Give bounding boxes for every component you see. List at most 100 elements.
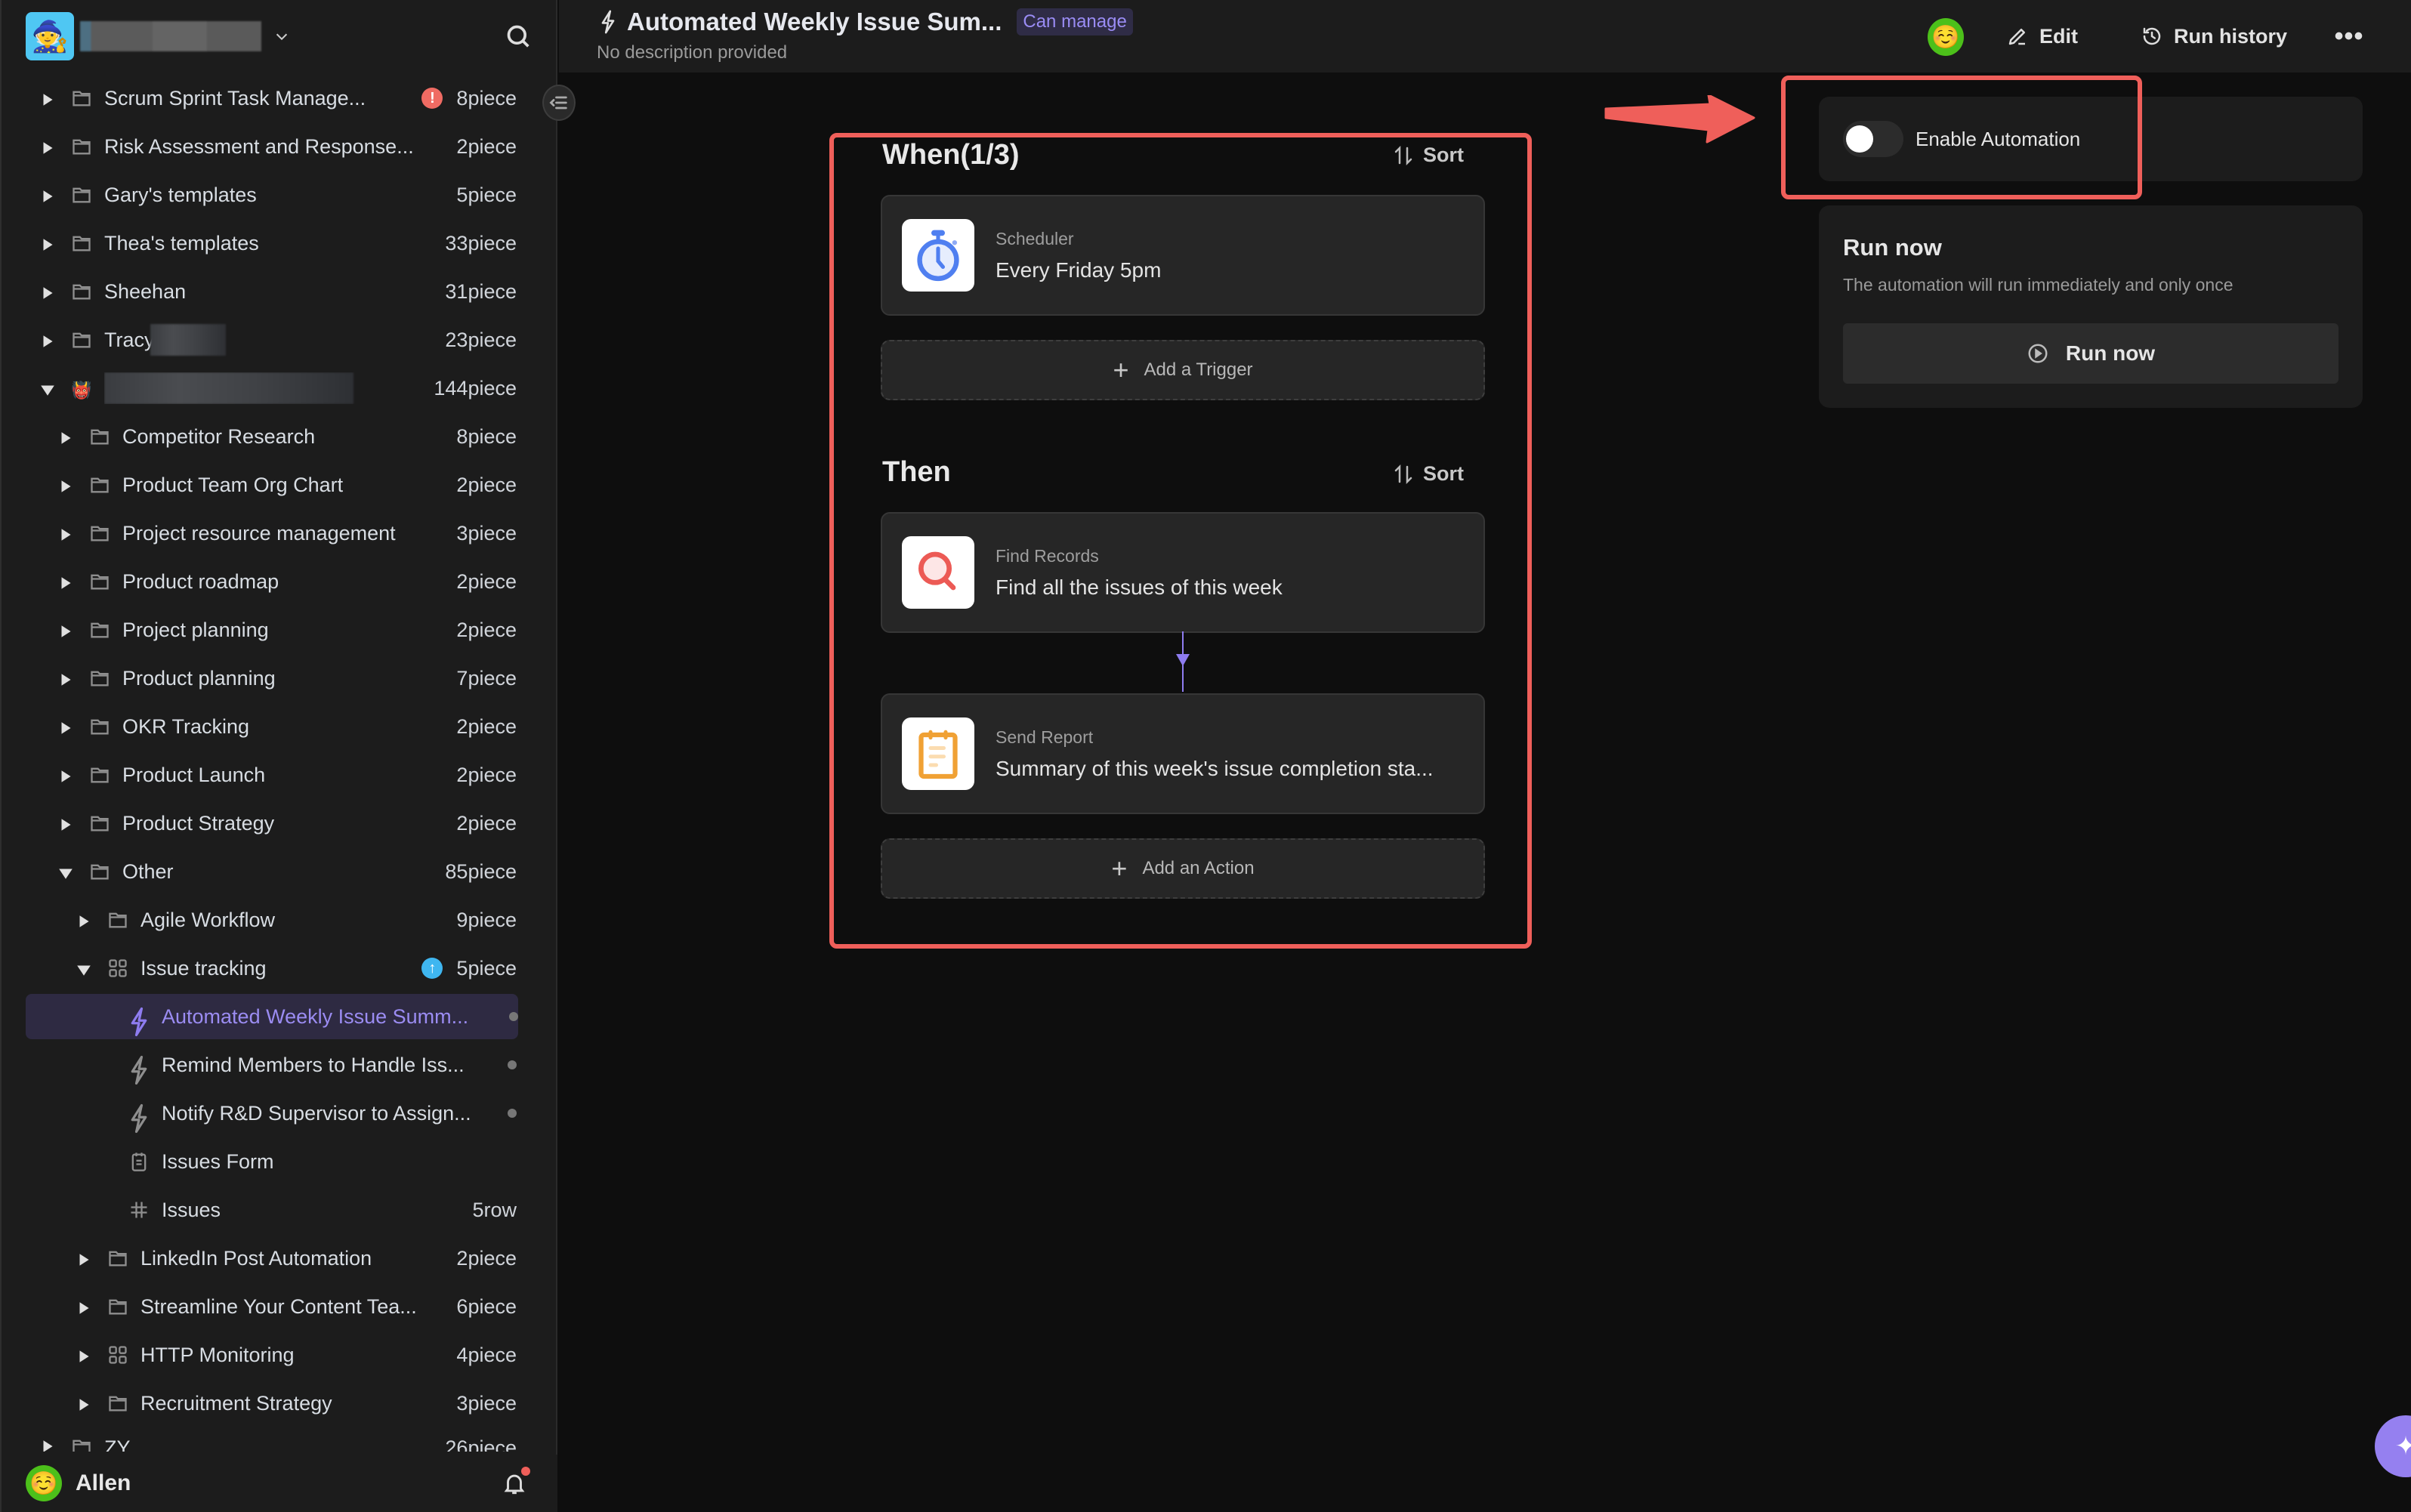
sidebar-tree-item[interactable]: OKR Tracking 2piece [26, 704, 517, 749]
add-trigger-button[interactable]: + Add a Trigger [881, 340, 1485, 400]
add-action-button[interactable]: + Add an Action [881, 838, 1485, 899]
tree-item-label: Project resource management [122, 521, 396, 545]
caret-right-icon[interactable] [76, 1347, 92, 1363]
caret-right-icon[interactable] [39, 138, 56, 155]
sidebar-tree-item[interactable]: Issues 5row [26, 1187, 517, 1233]
folder-icon [89, 813, 110, 834]
sidebar-tree-item[interactable]: Automated Weekly Issue Summ... [26, 994, 518, 1039]
tree-item-count: 6piece [456, 1294, 517, 1318]
search-icon[interactable] [503, 21, 533, 51]
sidebar-tree-item[interactable]: Notify R&D Supervisor to Assign... [26, 1091, 517, 1136]
enable-automation-toggle[interactable] [1843, 121, 1903, 157]
collaborator-avatar[interactable]: ☺️ [1928, 18, 1964, 56]
caret-right-icon[interactable] [39, 283, 56, 300]
caret-right-icon[interactable] [57, 573, 74, 590]
sidebar-tree-item[interactable]: Agile Workflow 9piece [26, 897, 517, 943]
run-now-button[interactable]: Run now [1843, 323, 2338, 384]
caret-down-icon[interactable] [57, 863, 74, 880]
caret-right-icon[interactable] [76, 1395, 92, 1412]
plus-icon: + [1111, 853, 1128, 884]
caret-right-icon[interactable] [57, 767, 74, 783]
tree-item-label: Scrum Sprint Task Manage... [104, 86, 366, 110]
then-sort-button[interactable]: Sort [1393, 462, 1464, 486]
when-sort-button[interactable]: Sort [1393, 143, 1464, 167]
sidebar-tree-item[interactable]: LinkedIn Post Automation 2piece [26, 1236, 517, 1281]
tree-item-count: 2piece [456, 1246, 517, 1270]
workspace-header[interactable]: 🧙 [26, 12, 539, 60]
sidebar-tree-item[interactable]: Product Team Org Chart 2piece [26, 462, 517, 508]
more-options-button[interactable]: ••• [2334, 20, 2364, 53]
page-description[interactable]: No description provided [597, 42, 787, 63]
sidebar-tree-item[interactable]: Streamline Your Content Tea... 6piece [26, 1284, 517, 1329]
sidebar-tree-item[interactable]: Thea's templates 33piece [26, 221, 517, 266]
caret-down-icon[interactable] [39, 380, 56, 397]
caret-right-icon[interactable] [57, 622, 74, 638]
folder-icon [89, 474, 110, 495]
sidebar-tree-item[interactable]: 👹 144piece [26, 366, 517, 411]
tree-item-label: Thea's templates [104, 231, 259, 255]
sort-icon [1394, 145, 1412, 165]
tree-item-label: OKR Tracking [122, 714, 250, 738]
sidebar-tree-item[interactable]: Competitor Research 8piece [26, 414, 517, 459]
caret-right-icon[interactable] [76, 1250, 92, 1267]
sidebar-tree-item[interactable]: Remind Members to Handle Iss... [26, 1042, 517, 1088]
action-card-find-records[interactable]: Find Records Find all the issues of this… [881, 512, 1485, 633]
sort-icon [1394, 464, 1412, 484]
caret-down-icon[interactable] [76, 960, 92, 977]
tree-item-label: Sheehan [104, 279, 187, 303]
sidebar-tree-item[interactable]: Risk Assessment and Response... 2piece [26, 124, 517, 169]
tree-item-label: Competitor Research [122, 424, 316, 448]
action-card-send-report[interactable]: Send Report Summary of this week's issue… [881, 693, 1485, 814]
edit-button[interactable]: Edit [2006, 20, 2078, 53]
chevron-down-icon[interactable] [273, 28, 290, 45]
when-section-title: When(1/3) [882, 139, 1020, 171]
caret-right-icon[interactable] [76, 1298, 92, 1315]
edit-label: Edit [2039, 24, 2078, 48]
tree-item-label: Issue tracking [140, 956, 267, 980]
sidebar-tree-item[interactable]: ZY 26piece [26, 1429, 517, 1452]
notification-bell[interactable] [502, 1467, 530, 1497]
sidebar-tree-item[interactable]: Issue tracking ↑ 5piece [26, 946, 517, 991]
sidebar-tree-item[interactable]: Product Launch 2piece [26, 752, 517, 798]
collapse-sidebar-button[interactable] [542, 85, 576, 121]
sidebar-tree-item[interactable]: Sheehan 31piece [26, 269, 517, 314]
workspace-logo[interactable]: 🧙 [26, 12, 74, 60]
page-title[interactable]: Automated Weekly Issue Sum... [627, 8, 1002, 36]
sidebar-tree-item[interactable]: Other 85piece [26, 849, 517, 894]
caret-right-icon[interactable] [57, 815, 74, 832]
folder-icon [71, 88, 92, 109]
caret-right-icon[interactable] [39, 1436, 56, 1452]
sidebar-tree-item[interactable]: Tracy 23piece [26, 317, 517, 363]
ai-assistant-button[interactable]: ✦ [2375, 1415, 2411, 1477]
status-dot [509, 1012, 518, 1021]
caret-right-icon[interactable] [57, 477, 74, 493]
caret-right-icon[interactable] [39, 332, 56, 348]
trigger-card[interactable]: Scheduler Every Friday 5pm [881, 195, 1485, 316]
sidebar-tree-item[interactable]: Product roadmap 2piece [26, 559, 517, 604]
caret-right-icon[interactable] [76, 912, 92, 928]
tree-item-label: Product roadmap [122, 569, 279, 593]
caret-right-icon[interactable] [39, 235, 56, 251]
folder-icon [89, 523, 110, 544]
sidebar-tree-item[interactable]: Gary's templates 5piece [26, 172, 517, 218]
caret-right-icon[interactable] [57, 525, 74, 542]
caret-right-icon[interactable] [57, 428, 74, 445]
user-avatar[interactable]: ☺️ [26, 1465, 62, 1501]
sidebar-tree-item[interactable]: Scrum Sprint Task Manage...! 8piece [26, 76, 517, 121]
sidebar-tree-item[interactable]: Product planning 7piece [26, 656, 517, 701]
caret-right-icon[interactable] [57, 718, 74, 735]
caret-right-icon[interactable] [39, 90, 56, 106]
sidebar-tree-item[interactable]: Project planning 2piece [26, 607, 517, 653]
caret-right-icon[interactable] [57, 670, 74, 687]
run-history-button[interactable]: Run history [2141, 20, 2287, 53]
page-header: Automated Weekly Issue Sum... Can manage… [559, 0, 2411, 73]
caret-right-icon[interactable] [39, 187, 56, 203]
sidebar-tree-item[interactable]: HTTP Monitoring 4piece [26, 1332, 517, 1378]
sidebar-tree-item[interactable]: Product Strategy 2piece [26, 801, 517, 846]
folder-icon [107, 1393, 128, 1414]
sidebar-tree-item[interactable]: Recruitment Strategy 3piece [26, 1381, 517, 1426]
sidebar-tree-item[interactable]: Issues Form [26, 1139, 517, 1184]
sidebar-tree-item[interactable]: Project resource management 3piece [26, 511, 517, 556]
warning-badge-icon: ! [421, 88, 443, 109]
user-name[interactable]: Allen [76, 1470, 131, 1496]
